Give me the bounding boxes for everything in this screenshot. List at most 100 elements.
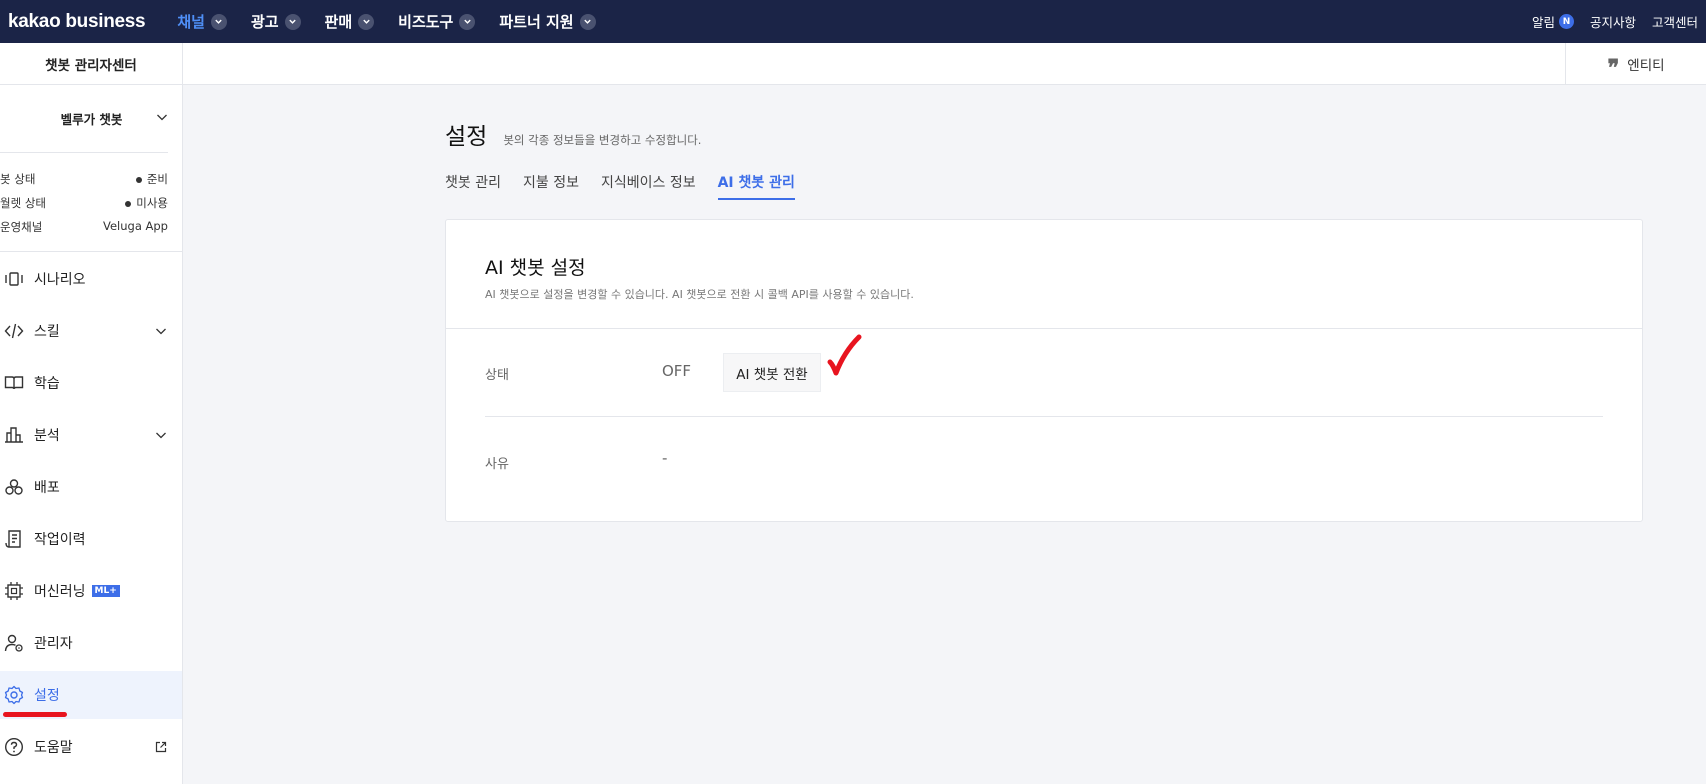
reason-label: 사유: [485, 457, 509, 472]
card-title: AI 챗봇 설정: [485, 257, 586, 279]
status-label: 운영채널: [0, 220, 43, 234]
status-value: OFF: [662, 362, 692, 380]
nav-item-biztools[interactable]: 비즈도구: [398, 11, 476, 32]
page-description: 봇의 각종 정보들을 변경하고 수정합니다.: [503, 133, 702, 147]
card-description: AI 챗봇으로 설정을 변경할 수 있습니다. AI 챗봇으로 전환 시 콜백 …: [485, 288, 914, 301]
menu-label: 작업이력: [34, 532, 86, 548]
bot-name: 벨루가 챗봇: [60, 112, 123, 127]
status-label: 월렛 상태: [0, 196, 46, 210]
nav-label: 채널: [177, 13, 205, 31]
help-icon: [4, 737, 24, 757]
sidebar-item-deploy[interactable]: 배포: [0, 463, 182, 511]
entity-button[interactable]: ❞ 엔티티: [1565, 43, 1706, 85]
sidebar-item-skill[interactable]: 스킬: [0, 307, 182, 355]
status-text: 준비: [146, 172, 168, 186]
sidebar-item-admin[interactable]: 관리자: [0, 619, 182, 667]
divider: [446, 328, 1642, 329]
menu-label: 분석: [34, 428, 60, 444]
status-label: 봇 상태: [0, 172, 36, 186]
sidebar-item-analysis[interactable]: 분석: [0, 411, 182, 459]
tab-ai-chatbot[interactable]: AI 챗봇 관리: [717, 172, 795, 200]
chart-icon: [4, 425, 24, 445]
status-value: 미사용: [125, 195, 168, 211]
ai-chatbot-settings-card: AI 챗봇 설정 AI 챗봇으로 설정을 변경할 수 있습니다. AI 챗봇으로…: [445, 219, 1643, 522]
admin-icon: [4, 633, 24, 653]
new-badge: N: [1558, 14, 1574, 29]
global-nav: 채널 광고 판매 비즈도구 파트너 지원: [177, 11, 596, 32]
external-link-icon: [155, 741, 167, 753]
util-nav: 알림 N 공지사항 고객센터: [1532, 12, 1698, 31]
chevron-down-icon: [156, 328, 166, 335]
menu-label: 스킬: [34, 324, 60, 340]
sidebar-item-history[interactable]: 작업이력: [0, 515, 182, 563]
nav-label: 비즈도구: [398, 13, 454, 31]
tab-knowledge-base[interactable]: 지식베이스 정보: [601, 172, 696, 200]
checkmark-annotation-icon: [827, 334, 862, 376]
ai-chatbot-switch-button[interactable]: AI 챗봇 전환: [723, 353, 821, 392]
bot-status-row: 봇 상태 준비: [0, 171, 168, 187]
ml-plus-badge: ML+: [91, 585, 120, 597]
menu-label: 설정: [34, 688, 60, 704]
status-value: 준비: [135, 171, 168, 187]
divider: [0, 152, 168, 153]
support-link[interactable]: 고객센터: [1652, 12, 1698, 31]
status-value: Veluga App: [102, 219, 168, 233]
nav-item-partner[interactable]: 파트너 지원: [499, 11, 596, 32]
nav-label: 판매: [324, 13, 353, 31]
tab-chatbot-management[interactable]: 챗봇 관리: [445, 172, 501, 200]
sidebar-item-learning[interactable]: 학습: [0, 359, 182, 407]
code-icon: [4, 321, 24, 341]
divider: [485, 416, 1603, 417]
status-label: 상태: [485, 368, 509, 383]
menu-label: 시나리오: [34, 272, 86, 288]
status-dot: [125, 200, 132, 207]
chevron-down-icon: [284, 13, 301, 30]
quote-icon: ❞: [1607, 55, 1620, 81]
admin-center-title[interactable]: 챗봇 관리자센터: [0, 43, 183, 85]
menu-label: 도움말: [34, 740, 73, 756]
deploy-icon: [4, 477, 24, 497]
sidebar-item-ml[interactable]: 머신러닝 ML+: [0, 567, 182, 615]
bot-selector[interactable]: 벨루가 챗봇: [0, 85, 183, 152]
alerts-label: 알림: [1531, 15, 1555, 30]
chevron-down-icon: [579, 13, 596, 30]
settings-tabs: 챗봇 관리 지불 정보 지식베이스 정보 AI 챗봇 관리: [445, 172, 795, 200]
annotation-underline: [3, 712, 67, 717]
chevron-down-icon: [156, 432, 166, 439]
sidebar-item-help[interactable]: 도움말: [0, 723, 182, 771]
alerts-link[interactable]: 알림 N: [1532, 12, 1574, 31]
sidebar: 벨루가 챗봇 봇 상태 준비 월렛 상태 미사용 운영채널 Veluga App…: [0, 85, 183, 784]
top-nav: kakao business 채널 광고 판매 비즈도구 파트너 지원 알림 N…: [0, 0, 1706, 43]
sidebar-item-scenario[interactable]: 시나리오: [0, 255, 182, 303]
book-icon: [4, 373, 24, 393]
notices-link[interactable]: 공지사항: [1590, 12, 1636, 31]
gear-icon: [4, 685, 24, 705]
menu-label: 배포: [34, 480, 60, 496]
scenario-icon: [4, 269, 24, 289]
chip-icon: [4, 581, 24, 601]
page-title: 설정: [445, 124, 488, 150]
divider: [0, 251, 183, 252]
page-header: 설정 봇의 각종 정보들을 변경하고 수정합니다.: [445, 117, 701, 151]
chevron-down-icon: [157, 114, 167, 121]
chevron-down-icon: [358, 13, 375, 30]
nav-item-channel[interactable]: 채널: [177, 11, 227, 32]
channel-row: 운영채널 Veluga App: [0, 219, 168, 235]
status-text: 미사용: [136, 196, 168, 210]
nav-item-ads[interactable]: 광고: [251, 11, 301, 32]
history-icon: [4, 529, 24, 549]
reason-value: -: [662, 449, 668, 467]
chevron-down-icon: [459, 13, 476, 30]
menu-label: 머신러닝: [34, 584, 86, 600]
tab-payment-info[interactable]: 지불 정보: [523, 172, 579, 200]
sub-header: 챗봇 관리자센터 ❞ 엔티티: [0, 43, 1706, 85]
wallet-status-row: 월렛 상태 미사용: [0, 195, 168, 211]
status-dot: [135, 176, 142, 183]
menu-label: 학습: [34, 376, 60, 392]
brand-logo[interactable]: kakao business: [8, 11, 146, 33]
chevron-down-icon: [210, 13, 227, 30]
entity-label: 엔티티: [1627, 58, 1665, 74]
nav-label: 광고: [250, 13, 279, 31]
nav-label: 파트너 지원: [499, 13, 574, 31]
nav-item-sales[interactable]: 판매: [325, 11, 375, 32]
